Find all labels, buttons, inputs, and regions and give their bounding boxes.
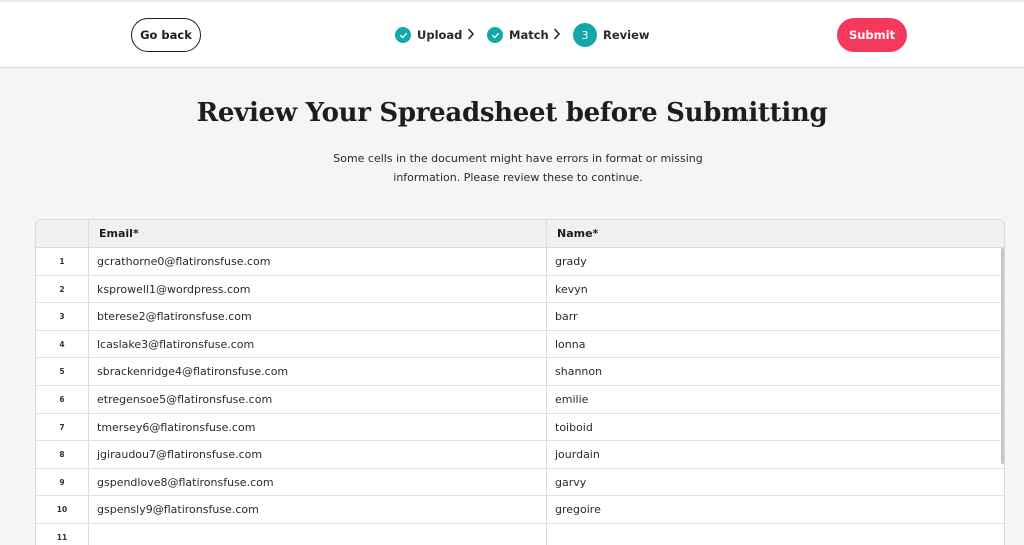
step-match: Match xyxy=(487,23,549,47)
step-label-match: Match xyxy=(509,28,549,42)
index-header xyxy=(36,220,89,247)
submit-button[interactable]: Submit xyxy=(837,18,907,52)
row-index: 10 xyxy=(36,496,89,523)
column-header-name: Name* xyxy=(557,227,599,240)
row-index: 1 xyxy=(36,248,89,275)
table-row: 2 ksprowell1@wordpress.com kevyn xyxy=(36,275,1004,304)
table-row: 11 xyxy=(36,523,1004,545)
table-row: 10 gspensly9@flatironsfuse.com gregoire xyxy=(36,496,1004,524)
row-index: 4 xyxy=(36,330,89,358)
name-cell[interactable]: barr xyxy=(547,303,1004,330)
table-body: 1 gcrathorne0@flatironsfuse.com grady 2 kspr… xyxy=(36,248,1004,545)
row-index: 5 xyxy=(36,358,89,385)
email-cell[interactable]: tmersey6@flatironsfuse.com xyxy=(89,413,547,441)
email-cell[interactable]: gspendlove8@flatironsfuse.com xyxy=(89,468,547,496)
row-index: 8 xyxy=(36,441,89,468)
table-row: 5 sbrackenridge4@flatironsfuse.com shannon xyxy=(36,358,1004,386)
email-cell[interactable]: gspensly9@flatironsfuse.com xyxy=(89,496,547,523)
table-row: 1 gcrathorne0@flatironsfuse.com grady xyxy=(36,248,1004,276)
step-number: 3 xyxy=(573,23,597,47)
name-cell[interactable]: emilie xyxy=(547,386,1004,413)
email-cell[interactable]: jgiraudou7@flatironsfuse.com xyxy=(89,441,547,468)
email-cell[interactable]: gcrathorne0@flatironsfuse.com xyxy=(89,248,547,275)
name-cell[interactable]: lonna xyxy=(547,331,1004,358)
step-review: 3 Review xyxy=(573,23,650,47)
name-cell[interactable]: jourdain xyxy=(547,441,1004,468)
row-index: 2 xyxy=(36,275,89,303)
name-cell[interactable]: garvy xyxy=(547,469,1004,496)
subtitle-line-2: information. Please review these to cont… xyxy=(393,171,643,184)
go-back-button[interactable]: Go back xyxy=(131,18,201,52)
table-header: Email* Name* xyxy=(36,220,1004,248)
row-index: 6 xyxy=(36,385,89,413)
row-index: 9 xyxy=(36,468,89,496)
table-row: 7 tmersey6@flatironsfuse.com toiboid xyxy=(36,413,1004,442)
name-cell[interactable]: kevyn xyxy=(547,276,1004,303)
name-cell[interactable] xyxy=(547,524,1004,545)
step-label-review: Review xyxy=(603,28,650,42)
table-row: 6 etregensoe5@flatironsfuse.com emilie xyxy=(36,385,1004,414)
page-title: Review Your Spreadsheet before Submittin… xyxy=(196,98,828,128)
check-icon xyxy=(487,27,503,43)
email-cell[interactable]: ksprowell1@wordpress.com xyxy=(89,275,547,303)
spreadsheet-table: Email* Name* 1 gcrathorne0@flatironsfuse.… xyxy=(35,219,1005,545)
email-cell[interactable]: sbrackenridge4@flatironsfuse.com xyxy=(89,358,547,385)
chevron-right-icon xyxy=(553,28,561,43)
table-row: 4 lcaslake3@flatironsfuse.com lonna xyxy=(36,330,1004,359)
top-bar: Go back Upload Match 3 Review Submit xyxy=(0,0,1024,68)
table-row: 3 bterese2@flatironsfuse.com barr xyxy=(36,303,1004,331)
name-cell[interactable]: toiboid xyxy=(547,414,1004,441)
column-header-email: Email* xyxy=(89,220,547,247)
subtitle-line-1: Some cells in the document might have er… xyxy=(333,152,703,165)
email-cell[interactable]: bterese2@flatironsfuse.com xyxy=(89,303,547,330)
scrollbar[interactable] xyxy=(1001,248,1004,464)
check-icon xyxy=(395,27,411,43)
name-cell[interactable]: grady xyxy=(547,248,1004,275)
name-cell[interactable]: gregoire xyxy=(547,496,1004,523)
email-cell[interactable] xyxy=(89,523,547,545)
step-label-upload: Upload xyxy=(417,28,463,42)
row-index: 11 xyxy=(36,523,89,545)
name-cell[interactable]: shannon xyxy=(547,358,1004,385)
chevron-right-icon xyxy=(467,28,475,43)
table-row: 9 gspendlove8@flatironsfuse.com garvy xyxy=(36,468,1004,497)
row-index: 7 xyxy=(36,413,89,441)
email-cell[interactable]: lcaslake3@flatironsfuse.com xyxy=(89,330,547,358)
page-subtitle: Some cells in the document might have er… xyxy=(312,149,724,187)
step-upload: Upload xyxy=(395,23,462,47)
row-index: 3 xyxy=(36,303,89,330)
email-cell[interactable]: etregensoe5@flatironsfuse.com xyxy=(89,385,547,413)
table-row: 8 jgiraudou7@flatironsfuse.com jourdain xyxy=(36,441,1004,469)
